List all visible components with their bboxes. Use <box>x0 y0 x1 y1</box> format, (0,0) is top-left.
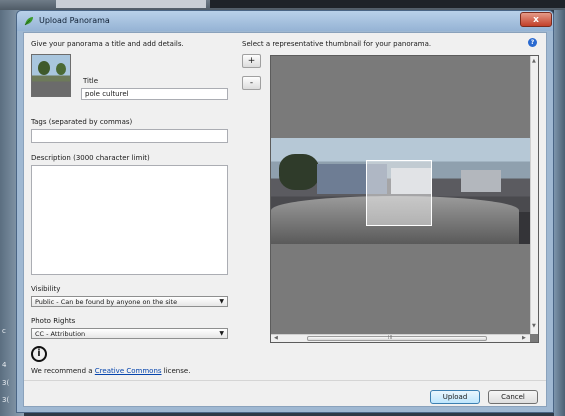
plus-icon: + <box>247 56 256 66</box>
chevron-down-icon: ▼ <box>219 298 224 305</box>
window-title: Upload Panorama <box>39 16 110 25</box>
chevron-down-icon: ▼ <box>219 330 224 337</box>
license-recommendation: We recommend a Creative Commons license. <box>31 367 190 375</box>
tags-input[interactable] <box>31 129 228 143</box>
title-label: Title <box>83 77 99 85</box>
upload-panorama-dialog: Upload Panorama x Give your panorama a t… <box>16 10 554 413</box>
desktop-top-strip <box>0 0 565 10</box>
close-button[interactable]: x <box>520 12 552 27</box>
scroll-right-icon[interactable]: ▶ <box>522 335 526 341</box>
zoom-in-button[interactable]: + <box>242 54 261 68</box>
visibility-label: Visibility <box>31 285 61 293</box>
cancel-button[interactable]: Cancel <box>488 390 538 404</box>
footer-divider <box>24 380 546 381</box>
horizontal-scroll-thumb[interactable]: III <box>307 335 487 341</box>
background-text: 3( <box>2 379 10 387</box>
zoom-out-button[interactable]: - <box>242 76 261 90</box>
building-shape <box>461 170 501 192</box>
visibility-selected-value: Public - Can be found by anyone on the s… <box>35 298 178 306</box>
upload-button[interactable]: Upload <box>430 390 480 404</box>
visibility-select[interactable]: Public - Can be found by anyone on the s… <box>31 296 228 307</box>
photo-rights-select[interactable]: CC - Attribution ▼ <box>31 328 228 339</box>
photo-rights-selected-value: CC - Attribution <box>35 330 86 338</box>
cc-icon-glyph: i <box>37 348 41 359</box>
scroll-up-icon[interactable]: ▲ <box>532 58 536 64</box>
background-text: 4 <box>2 361 7 369</box>
horizontal-scrollbar[interactable]: ◀ III ▶ <box>271 334 530 342</box>
minus-icon: - <box>249 78 254 88</box>
description-label: Description (3000 character limit) <box>31 154 150 162</box>
thumbnail-selection-rectangle[interactable] <box>366 160 432 226</box>
tags-label: Tags (separated by commas) <box>31 118 133 126</box>
tree-shape <box>38 61 50 75</box>
help-glyph: ? <box>530 39 535 46</box>
background-window-edge <box>56 0 206 8</box>
thumbnail-prompt: Select a representative thumbnail for yo… <box>242 40 432 48</box>
creative-commons-attribution-icon: i <box>31 346 47 362</box>
dialog-body: Give your panorama a title and add detai… <box>23 32 547 407</box>
recommend-suffix: license. <box>161 367 191 375</box>
desktop-right-strip <box>554 10 565 416</box>
tree-shape <box>279 154 319 190</box>
background-text: 3( <box>2 396 10 404</box>
scroll-down-icon[interactable]: ▼ <box>532 323 536 329</box>
background-window-edge-dark <box>210 0 565 8</box>
vertical-scrollbar[interactable]: ▲ ▼ <box>530 56 538 334</box>
panorama-leaf-icon <box>24 17 33 26</box>
background-text: c <box>2 327 6 335</box>
panorama-thumbnail-preview <box>31 54 71 97</box>
title-bar[interactable]: Upload Panorama x <box>17 11 553 31</box>
help-icon[interactable]: ? <box>528 38 537 47</box>
scroll-left-icon[interactable]: ◀ <box>274 335 278 341</box>
recommend-prefix: We recommend a <box>31 367 95 375</box>
title-input[interactable]: pole culturel <box>81 88 228 100</box>
cancel-button-label: Cancel <box>501 393 525 401</box>
photo-rights-label: Photo Rights <box>31 317 76 325</box>
upload-button-label: Upload <box>442 393 468 401</box>
close-icon: x <box>533 15 539 25</box>
scroll-grip: III <box>388 335 393 341</box>
title-input-value: pole culturel <box>85 90 129 98</box>
thumbnail-selector-viewer[interactable]: ▲ ▼ ◀ III ▶ <box>270 55 539 343</box>
intro-text: Give your panorama a title and add detai… <box>31 40 184 48</box>
creative-commons-link[interactable]: Creative Commons <box>95 367 162 375</box>
description-textarea[interactable] <box>31 165 228 275</box>
tree-shape <box>56 63 66 75</box>
